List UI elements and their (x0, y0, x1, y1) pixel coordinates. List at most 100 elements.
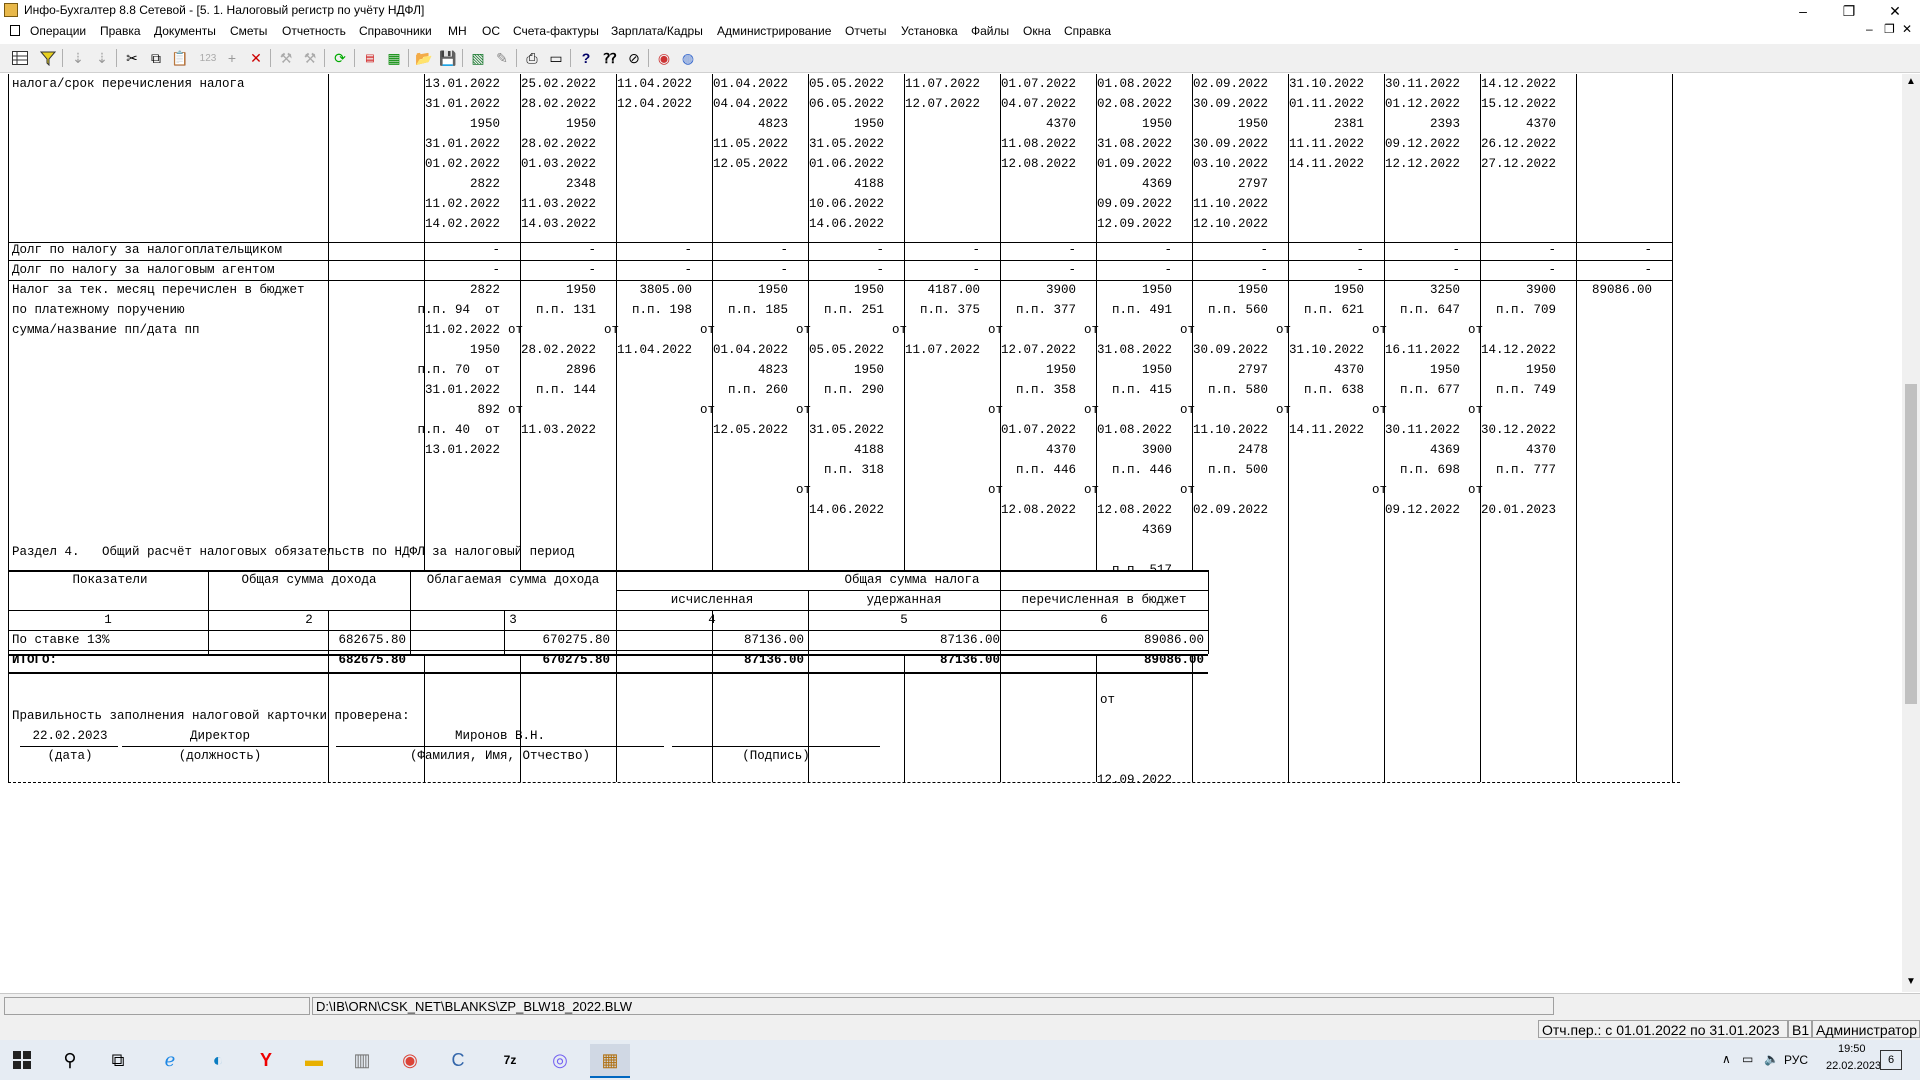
chrome-taskbar-icon[interactable]: ◉ (390, 1044, 430, 1076)
add-icon[interactable]: + (222, 48, 242, 68)
tool2-icon[interactable]: ⚒ (300, 48, 320, 68)
menu-files[interactable]: Файлы (971, 24, 1009, 38)
debt-agent-label: Долг по налогу за налоговым агентом (12, 263, 275, 277)
edge-icon[interactable]: ◐ (198, 1044, 238, 1076)
close-button[interactable]: ✕ (1872, 0, 1918, 22)
paid-value: от (1276, 323, 1292, 337)
infobuh-taskbar-icon[interactable]: ▦ (590, 1044, 630, 1078)
print-icon[interactable]: ⎙ (522, 48, 542, 68)
menu-os[interactable]: ОС (482, 24, 500, 38)
web-icon[interactable]: ◍ (678, 48, 698, 68)
numbering-icon[interactable]: 123 (198, 48, 218, 68)
due-value: 11.07.2022 (904, 77, 980, 91)
paid-value: п.п. 40 от (417, 423, 500, 437)
menu-windows[interactable]: Окна (1023, 24, 1051, 38)
due-value: 01.06.2022 (808, 157, 884, 171)
tray-chevron-icon[interactable]: ∧ (1722, 1052, 1731, 1066)
language-indicator[interactable]: РУС (1784, 1053, 1808, 1067)
chrome-icon[interactable]: ◉ (654, 48, 674, 68)
status-bar: D:\IB\ORN\CSK_NET\BLANKS\ZP_BLW18_2022.B… (0, 993, 1920, 1018)
menu-administration[interactable]: Администрирование (717, 24, 831, 38)
menu-install[interactable]: Установка (901, 24, 958, 38)
save-icon[interactable]: 💾 (438, 48, 458, 68)
start-icon[interactable] (2, 1044, 42, 1076)
paid-value: п.п. 375 (919, 303, 980, 317)
paid-value: от (1084, 323, 1100, 337)
due-value: 06.05.2022 (808, 97, 884, 111)
viber-icon[interactable]: ◎ (540, 1044, 580, 1076)
app-icon (4, 3, 18, 17)
cut-icon[interactable]: ✂ (122, 48, 142, 68)
task-view-icon[interactable]: ⧉ (98, 1044, 138, 1076)
document-icon[interactable] (10, 25, 20, 36)
delete-icon[interactable]: ✕ (246, 48, 266, 68)
edit-icon[interactable]: ✎ (492, 48, 512, 68)
menu-salary[interactable]: Зарплата/Кадры (611, 24, 703, 38)
clock-time[interactable]: 19:50 (1838, 1043, 1866, 1055)
due-value: 1950 (469, 117, 500, 131)
menu-reports[interactable]: Отчеты (845, 24, 886, 38)
menu-edit[interactable]: Правка (100, 24, 141, 38)
s4-header-calc: исчисленная (670, 593, 754, 607)
paid-value: 13.01.2022 (424, 443, 500, 457)
yandex-icon[interactable]: Y (246, 1044, 286, 1076)
minimize-button[interactable]: – (1780, 0, 1826, 22)
search-icon[interactable]: ⚲ (50, 1044, 90, 1076)
due-value: 30.09.2022 (1192, 137, 1268, 151)
paste-icon[interactable]: 📋 (170, 48, 190, 68)
paid-value: п.п. 446 (1111, 463, 1172, 477)
tool-icon[interactable]: ⚒ (276, 48, 296, 68)
grid-icon[interactable] (10, 48, 30, 68)
sort-asc-icon[interactable]: ⇣ (68, 48, 88, 68)
calculator-icon[interactable]: ▦ (384, 48, 404, 68)
menu-invoices[interactable]: Счета-фактуры (513, 24, 599, 38)
paid-value: от (1468, 483, 1484, 497)
scroll-up-icon[interactable]: ▲ (1906, 76, 1916, 87)
filter-icon[interactable] (38, 48, 58, 68)
excel-icon[interactable]: ▧ (468, 48, 488, 68)
paid-value: 11.04.2022 (616, 343, 692, 357)
network-icon[interactable]: ▭ (1742, 1052, 1753, 1066)
maximize-button[interactable]: ❐ (1826, 0, 1872, 22)
child-restore-button[interactable]: ❐ (1884, 22, 1895, 36)
app-icon-generic[interactable]: ▥ (342, 1044, 382, 1076)
explorer-icon[interactable]: ▬ (294, 1044, 334, 1076)
clock-date[interactable]: 22.02.2023 (1826, 1060, 1881, 1072)
child-minimize-button[interactable]: – (1866, 22, 1873, 36)
menu-reporting[interactable]: Отчетность (282, 24, 346, 38)
paid-value: от (796, 483, 812, 497)
preview-icon[interactable]: ▭ (546, 48, 566, 68)
paid-label: сумма/название пп/дата пп (12, 323, 200, 337)
menu-operations[interactable]: Операции (30, 24, 86, 38)
scroll-thumb[interactable] (1905, 384, 1917, 704)
column-rule (616, 74, 617, 782)
copy-icon[interactable]: ⧉ (146, 48, 166, 68)
column-rule (904, 74, 905, 782)
menu-estimates[interactable]: Сметы (230, 24, 267, 38)
help-icon[interactable]: ? (576, 48, 596, 68)
child-close-button[interactable]: ✕ (1902, 22, 1912, 36)
open-folder-icon[interactable]: 📂 (414, 48, 434, 68)
due-value: 09.09.2022 (1096, 197, 1172, 211)
due-value: 01.02.2022 (424, 157, 500, 171)
ie-icon[interactable]: ℯ (150, 1044, 190, 1076)
refresh-icon[interactable]: ⟳ (330, 48, 350, 68)
due-value: 01.12.2022 (1384, 97, 1460, 111)
due-value: 02.09.2022 (1192, 77, 1268, 91)
compass-icon[interactable]: ⊘ (624, 48, 644, 68)
volume-icon[interactable]: 🔈 (1764, 1052, 1779, 1066)
paid-value: 12.08.2022 (1096, 503, 1172, 517)
menu-mn[interactable]: МН (448, 24, 467, 38)
scroll-down-icon[interactable]: ▼ (1906, 976, 1916, 987)
menu-directories[interactable]: Справочники (359, 24, 432, 38)
c-app-icon[interactable]: C (438, 1044, 478, 1076)
sort-desc-icon[interactable]: ⇣ (92, 48, 112, 68)
vertical-scrollbar[interactable]: ▲ ▼ (1902, 74, 1920, 992)
notifications-icon[interactable]: 6 (1880, 1050, 1902, 1070)
report-document: налога/срок перечисления налога 13.01.202… (0, 74, 1902, 992)
menu-documents[interactable]: Документы (154, 24, 216, 38)
context-help-icon[interactable]: ⁇ (600, 48, 620, 68)
7zip-icon[interactable]: 7z (490, 1044, 530, 1076)
pdf-icon[interactable]: ▤ (360, 48, 380, 68)
menu-help[interactable]: Справка (1064, 24, 1111, 38)
